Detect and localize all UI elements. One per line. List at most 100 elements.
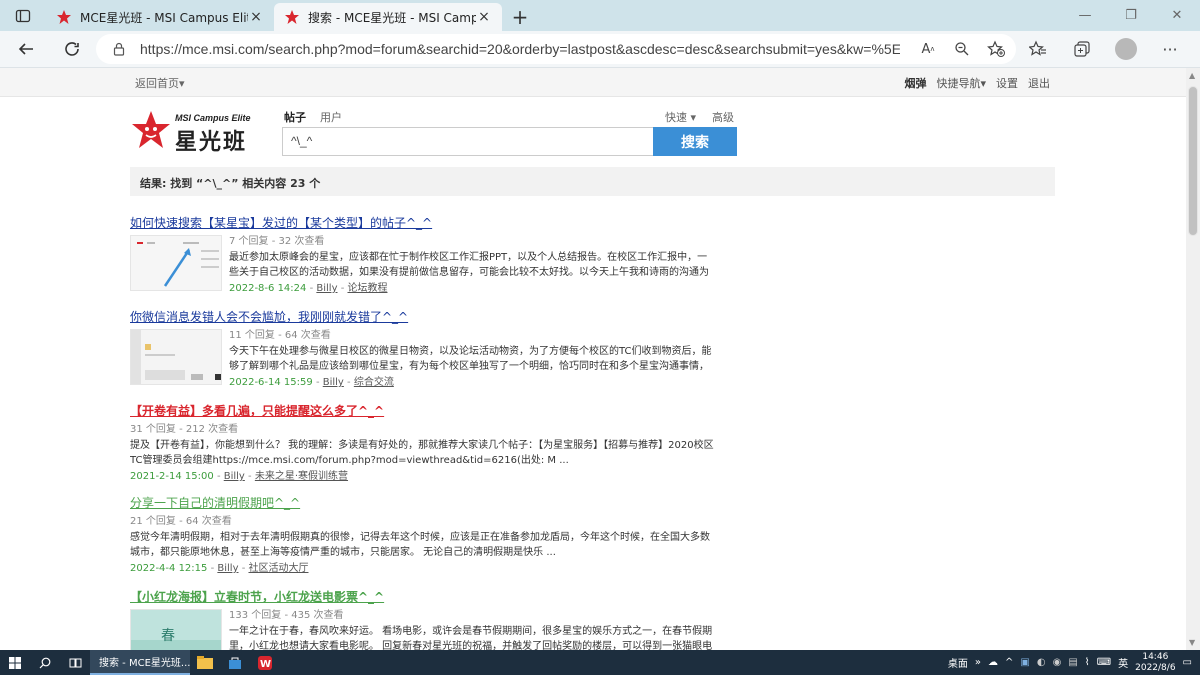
result-description: 最近参加太原峰会的星宝，应该都在忙于制作校区工作汇报PPT，以及个人总结报告。在… (229, 252, 709, 278)
forum-link[interactable]: 社区活动大厅 (248, 563, 308, 574)
logo-star-icon (132, 111, 170, 148)
result-thumbnail[interactable] (130, 235, 222, 291)
author-link[interactable]: Billy (323, 377, 344, 388)
collections-icon[interactable] (1062, 34, 1102, 64)
list-item: 如何快速搜索【某星宝】发过的【某个类型】的帖子^_^ 7 个回复 - 32 次查… (130, 214, 713, 296)
search-input[interactable]: ^\_^ (282, 127, 654, 156)
list-item: 你微信消息发错人会不会尴尬，我刚刚就发错了^_^ 11 个回复 - 64 次查看… (130, 308, 713, 388)
result-summary: 结果: 找到 “^\_^” 相关内容 23 个 (130, 167, 1055, 196)
profile-avatar[interactable] (1106, 34, 1146, 64)
logout-link[interactable]: 退出 (1028, 75, 1050, 91)
keyboard-icon[interactable]: ⌨ (1097, 657, 1111, 668)
author-link[interactable]: Billy (224, 471, 245, 482)
minimize-icon[interactable]: — (1062, 0, 1108, 31)
close-window-icon[interactable]: ✕ (1154, 0, 1200, 31)
author-link[interactable]: Billy (217, 563, 238, 574)
more-menu-icon[interactable]: ··· (1150, 34, 1190, 64)
page-scrollbar[interactable]: ▲ ▼ (1186, 68, 1200, 650)
maximize-icon[interactable]: ❐ (1108, 0, 1154, 31)
result-title-link[interactable]: 你微信消息发错人会不会尴尬，我刚刚就发错了^_^ (130, 308, 713, 325)
ime-indicator[interactable]: 英 (1118, 655, 1128, 670)
tray-app-icon[interactable]: ◉ (1053, 657, 1062, 668)
result-meta: 133 个回复 - 435 次查看 (229, 610, 344, 621)
add-favorite-icon[interactable] (984, 38, 1008, 60)
clock-date: 2022/8/6 (1135, 662, 1176, 673)
result-description: 感觉今年清明假期，相对于去年清明假期真的很惨，记得去年这个时候，应该是正在准备参… (130, 532, 710, 558)
new-tab-icon[interactable]: + (502, 3, 538, 31)
result-date: 2022-8-6 14:24 (229, 283, 307, 294)
search-type-tabs: 帖子 用户 (284, 109, 342, 125)
svg-text:春: 春 (161, 628, 175, 644)
author-link[interactable]: Billy (316, 283, 337, 294)
refresh-icon[interactable] (52, 33, 92, 65)
address-bar[interactable]: https://mce.msi.com/search.php?mod=forum… (96, 34, 1016, 64)
search-options: 快速 ▾ 高级 (665, 109, 734, 125)
file-explorer-icon[interactable] (190, 650, 220, 675)
read-aloud-icon[interactable]: Aʌ (916, 38, 940, 60)
result-title-link[interactable]: 【开卷有益】多看几遍，只能提醒这么多了^_^ (130, 402, 714, 419)
desktop-label[interactable]: 桌面 (948, 655, 968, 670)
tray-app-icon[interactable]: ▣ (1020, 657, 1029, 668)
site-logo[interactable]: MSI Campus Elite 星光班 (131, 108, 269, 155)
clock-time: 14:46 (1142, 651, 1169, 662)
zoom-icon[interactable] (950, 38, 974, 60)
result-title-link[interactable]: 【小红龙海报】立春时节，小红龙送电影票^_^ (130, 588, 713, 605)
network-icon[interactable]: ⌇ (1085, 657, 1090, 668)
lock-icon[interactable] (112, 42, 126, 56)
result-thumbnail[interactable] (130, 329, 222, 385)
url-text[interactable]: https://mce.msi.com/search.php?mod=forum… (140, 41, 900, 57)
tray-chevron-icon[interactable]: ^ (1005, 657, 1013, 668)
windows-start-icon[interactable] (0, 650, 30, 675)
tab-users[interactable]: 用户 (320, 109, 342, 125)
clock[interactable]: 14:46 2022/8/6 (1135, 652, 1175, 674)
scroll-up-icon[interactable]: ▲ (1189, 71, 1195, 80)
settings-link[interactable]: 设置 (996, 75, 1018, 91)
tab-actions-icon[interactable] (0, 0, 46, 31)
result-meta: 11 个回复 - 64 次查看 (229, 330, 331, 341)
user-name-link[interactable]: 烟弹 (904, 75, 926, 91)
search-icon[interactable] (30, 650, 60, 675)
list-item: 【小红龙海报】立春时节，小红龙送电影票^_^ 春 133 个回复 - 435 次… (130, 588, 713, 654)
browser-tab-2[interactable]: 搜索 - MCE星光班 - MSI Campus × (274, 3, 502, 31)
site-star-icon (57, 10, 71, 24)
list-item: 【开卷有益】多看几遍，只能提醒这么多了^_^ 31 个回复 - 212 次查看 … (130, 402, 714, 482)
close-tab-icon[interactable]: × (476, 9, 492, 25)
browser-tab-strip: MCE星光班 - MSI Campus Elite × 搜索 - MCE星光班 … (0, 0, 1200, 31)
result-thumbnail[interactable]: 春 (130, 609, 222, 653)
home-link[interactable]: 返回首页▾ (135, 75, 185, 91)
result-title-link[interactable]: 分享一下自己的清明假期吧^_^ (130, 494, 714, 511)
forum-link[interactable]: 论坛教程 (347, 283, 387, 294)
wps-office-icon[interactable]: W (250, 650, 280, 675)
quick-search-dropdown[interactable]: 快速 ▾ (665, 109, 696, 125)
logo-chinese-text: 星光班 (175, 130, 248, 155)
tab-posts[interactable]: 帖子 (284, 109, 306, 125)
scroll-down-icon[interactable]: ▼ (1189, 638, 1195, 647)
task-view-icon[interactable] (60, 650, 90, 675)
close-tab-icon[interactable]: × (248, 9, 264, 25)
tray-expand-icon[interactable]: » (975, 657, 981, 668)
result-meta: 31 个回复 - 212 次查看 (130, 424, 239, 435)
forum-link[interactable]: 未来之星·寒假训练营 (255, 471, 348, 482)
site-toolbar: 返回首页▾ 烟弹 快捷导航▾ 设置 退出 (0, 68, 1186, 97)
store-app-icon[interactable] (220, 650, 250, 675)
browser-navbar: https://mce.msi.com/search.php?mod=forum… (0, 31, 1200, 68)
browser-tab-1[interactable]: MCE星光班 - MSI Campus Elite × (46, 3, 274, 31)
result-description: 今天下午在处理参与微星日校区的微星日物资，以及论坛活动物资，为了方便每个校区的T… (229, 346, 712, 372)
windows-taskbar: 搜索 - MCE星光班... W 桌面 » ☁ ^ ▣ ◐ ◉ ▤ ⌇ ⌨ 英 … (0, 650, 1200, 675)
result-title-link[interactable]: 如何快速搜索【某星宝】发过的【某个类型】的帖子^_^ (130, 214, 713, 231)
search-button[interactable]: 搜索 (653, 127, 737, 156)
tray-app-icon[interactable]: ▤ (1068, 657, 1077, 668)
scrollbar-thumb[interactable] (1188, 86, 1198, 236)
notification-icon[interactable]: ▭ (1183, 657, 1192, 668)
system-tray: 桌面 » ☁ ^ ▣ ◐ ◉ ▤ ⌇ ⌨ 英 14:46 2022/8/6 ▭ (948, 650, 1200, 675)
forum-link[interactable]: 综合交流 (354, 377, 394, 388)
tab-title: 搜索 - MCE星光班 - MSI Campus (308, 10, 476, 25)
advanced-search-link[interactable]: 高级 (712, 109, 734, 125)
taskbar-edge-label: 搜索 - MCE星光班... (99, 658, 190, 669)
tray-app-icon[interactable]: ◐ (1037, 657, 1046, 668)
weather-icon[interactable]: ☁ (988, 657, 998, 668)
quick-nav-link[interactable]: 快捷导航▾ (936, 75, 986, 91)
taskbar-edge-app[interactable]: 搜索 - MCE星光班... (90, 650, 190, 675)
back-icon[interactable] (6, 33, 46, 65)
favorites-icon[interactable] (1018, 34, 1058, 64)
